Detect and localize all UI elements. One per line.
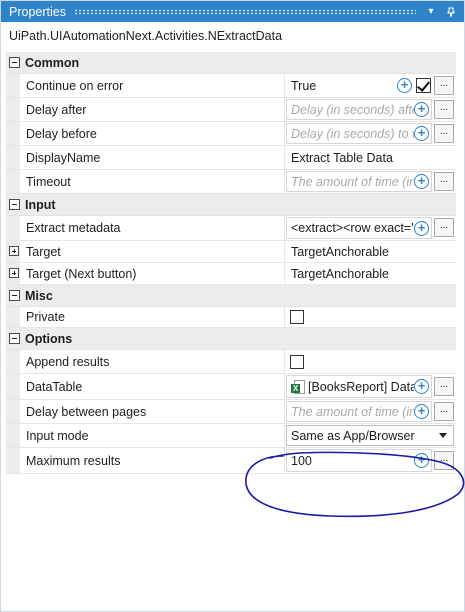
target-value[interactable]: TargetAnchorable xyxy=(286,242,454,261)
plus-circle-icon[interactable]: + xyxy=(414,220,429,236)
input-mode-select[interactable]: Same as App/Browser xyxy=(286,425,454,446)
category-input[interactable]: Input xyxy=(6,194,456,216)
property-timeout[interactable]: Timeout The amount of time (in s + ... xyxy=(6,170,456,194)
private-checkbox[interactable] xyxy=(290,310,304,324)
property-name: Timeout xyxy=(20,170,285,193)
category-common[interactable]: Common xyxy=(6,52,456,74)
property-append-results[interactable]: Append results xyxy=(6,350,456,374)
property-name: Delay between pages xyxy=(20,400,285,423)
property-delay-before[interactable]: Delay before Delay (in seconds) to wa + … xyxy=(6,122,456,146)
property-name: Target (Next button) xyxy=(20,263,285,284)
excel-icon: X xyxy=(291,379,305,394)
expand-icon[interactable] xyxy=(9,246,19,256)
plus-circle-icon[interactable]: + xyxy=(414,126,429,141)
chevron-down-icon xyxy=(439,433,447,438)
property-grid: Common Continue on error True + ... Dela… xyxy=(6,52,456,474)
category-label: Common xyxy=(25,55,80,70)
pin-icon[interactable] xyxy=(444,5,458,19)
property-name: DataTable xyxy=(20,374,285,399)
ellipsis-icon[interactable]: ... xyxy=(434,124,454,143)
property-name: Input mode xyxy=(20,424,285,447)
continue-on-error-checkbox[interactable] xyxy=(416,78,431,93)
plus-circle-icon[interactable]: + xyxy=(414,404,429,419)
append-results-checkbox[interactable] xyxy=(290,355,304,369)
plus-circle-icon[interactable]: + xyxy=(414,453,429,468)
property-input-mode[interactable]: Input mode Same as App/Browser xyxy=(6,424,456,448)
property-name: Private xyxy=(20,307,285,327)
target-next-button-value[interactable]: TargetAnchorable xyxy=(286,264,454,283)
extract-metadata-input[interactable]: <extract><row exact=' + xyxy=(286,217,432,239)
panel-title: Properties xyxy=(9,4,66,19)
properties-panel: Properties ▾ UiPath.UIAutomationNext.Act… xyxy=(0,0,465,612)
category-label: Input xyxy=(25,197,56,212)
collapse-icon[interactable] xyxy=(9,199,20,210)
plus-circle-icon[interactable]: + xyxy=(414,174,429,189)
collapse-icon[interactable] xyxy=(9,57,20,68)
property-displayname[interactable]: DisplayName Extract Table Data xyxy=(6,146,456,170)
displayname-input[interactable]: Extract Table Data xyxy=(286,147,454,168)
category-options[interactable]: Options xyxy=(6,328,456,350)
category-label: Options xyxy=(25,331,73,346)
property-name: DisplayName xyxy=(20,146,285,169)
plus-circle-icon[interactable]: + xyxy=(414,102,429,117)
delay-between-pages-input[interactable]: The amount of time (in s + xyxy=(286,401,432,422)
category-misc[interactable]: Misc xyxy=(6,285,456,307)
ellipsis-icon[interactable]: ... xyxy=(434,100,454,119)
collapse-icon[interactable] xyxy=(9,333,20,344)
plus-circle-icon[interactable]: + xyxy=(397,78,412,93)
plus-circle-icon[interactable]: + xyxy=(414,379,429,394)
property-datatable[interactable]: DataTable X [BooksReport] Data E + ... xyxy=(6,374,456,400)
properties-titlebar[interactable]: Properties ▾ xyxy=(1,1,464,22)
property-name: Delay before xyxy=(20,122,285,145)
collapse-icon[interactable] xyxy=(9,290,20,301)
expand-icon[interactable] xyxy=(9,268,19,278)
ellipsis-icon[interactable]: ... xyxy=(434,172,454,191)
property-name: Maximum results xyxy=(20,448,285,473)
ellipsis-icon[interactable]: ... xyxy=(434,402,454,421)
datatable-input[interactable]: X [BooksReport] Data E + xyxy=(286,375,432,398)
property-extract-metadata[interactable]: Extract metadata <extract><row exact=' +… xyxy=(6,216,456,241)
property-name: Continue on error xyxy=(20,74,285,97)
delay-before-input[interactable]: Delay (in seconds) to wa + xyxy=(286,123,432,144)
delay-after-input[interactable]: Delay (in seconds) after + xyxy=(286,99,432,120)
maximum-results-input[interactable]: 100 + xyxy=(286,449,432,472)
property-private[interactable]: Private xyxy=(6,307,456,328)
property-continue-on-error[interactable]: Continue on error True + ... xyxy=(6,74,456,98)
property-delay-after[interactable]: Delay after Delay (in seconds) after + .… xyxy=(6,98,456,122)
property-target[interactable]: Target TargetAnchorable xyxy=(6,241,456,263)
ellipsis-icon[interactable]: ... xyxy=(434,377,454,396)
ellipsis-icon[interactable]: ... xyxy=(434,76,454,95)
property-maximum-results[interactable]: Maximum results 100 + ... xyxy=(6,448,456,474)
property-name: Append results xyxy=(20,350,285,373)
property-delay-between-pages[interactable]: Delay between pages The amount of time (… xyxy=(6,400,456,424)
continue-on-error-value[interactable]: True xyxy=(286,75,396,96)
category-label: Misc xyxy=(25,288,53,303)
ellipsis-icon[interactable]: ... xyxy=(434,218,454,237)
dropdown-arrow-icon[interactable]: ▾ xyxy=(424,5,438,19)
property-name: Delay after xyxy=(20,98,285,121)
timeout-input[interactable]: The amount of time (in s + xyxy=(286,171,432,192)
titlebar-grip[interactable] xyxy=(73,8,416,15)
property-name: Target xyxy=(20,241,285,262)
property-name: Extract metadata xyxy=(20,216,285,240)
ellipsis-icon[interactable]: ... xyxy=(434,451,454,470)
activity-type-name: UiPath.UIAutomationNext.Activities.NExtr… xyxy=(9,29,283,43)
property-target-next-button[interactable]: Target (Next button) TargetAnchorable xyxy=(6,263,456,285)
